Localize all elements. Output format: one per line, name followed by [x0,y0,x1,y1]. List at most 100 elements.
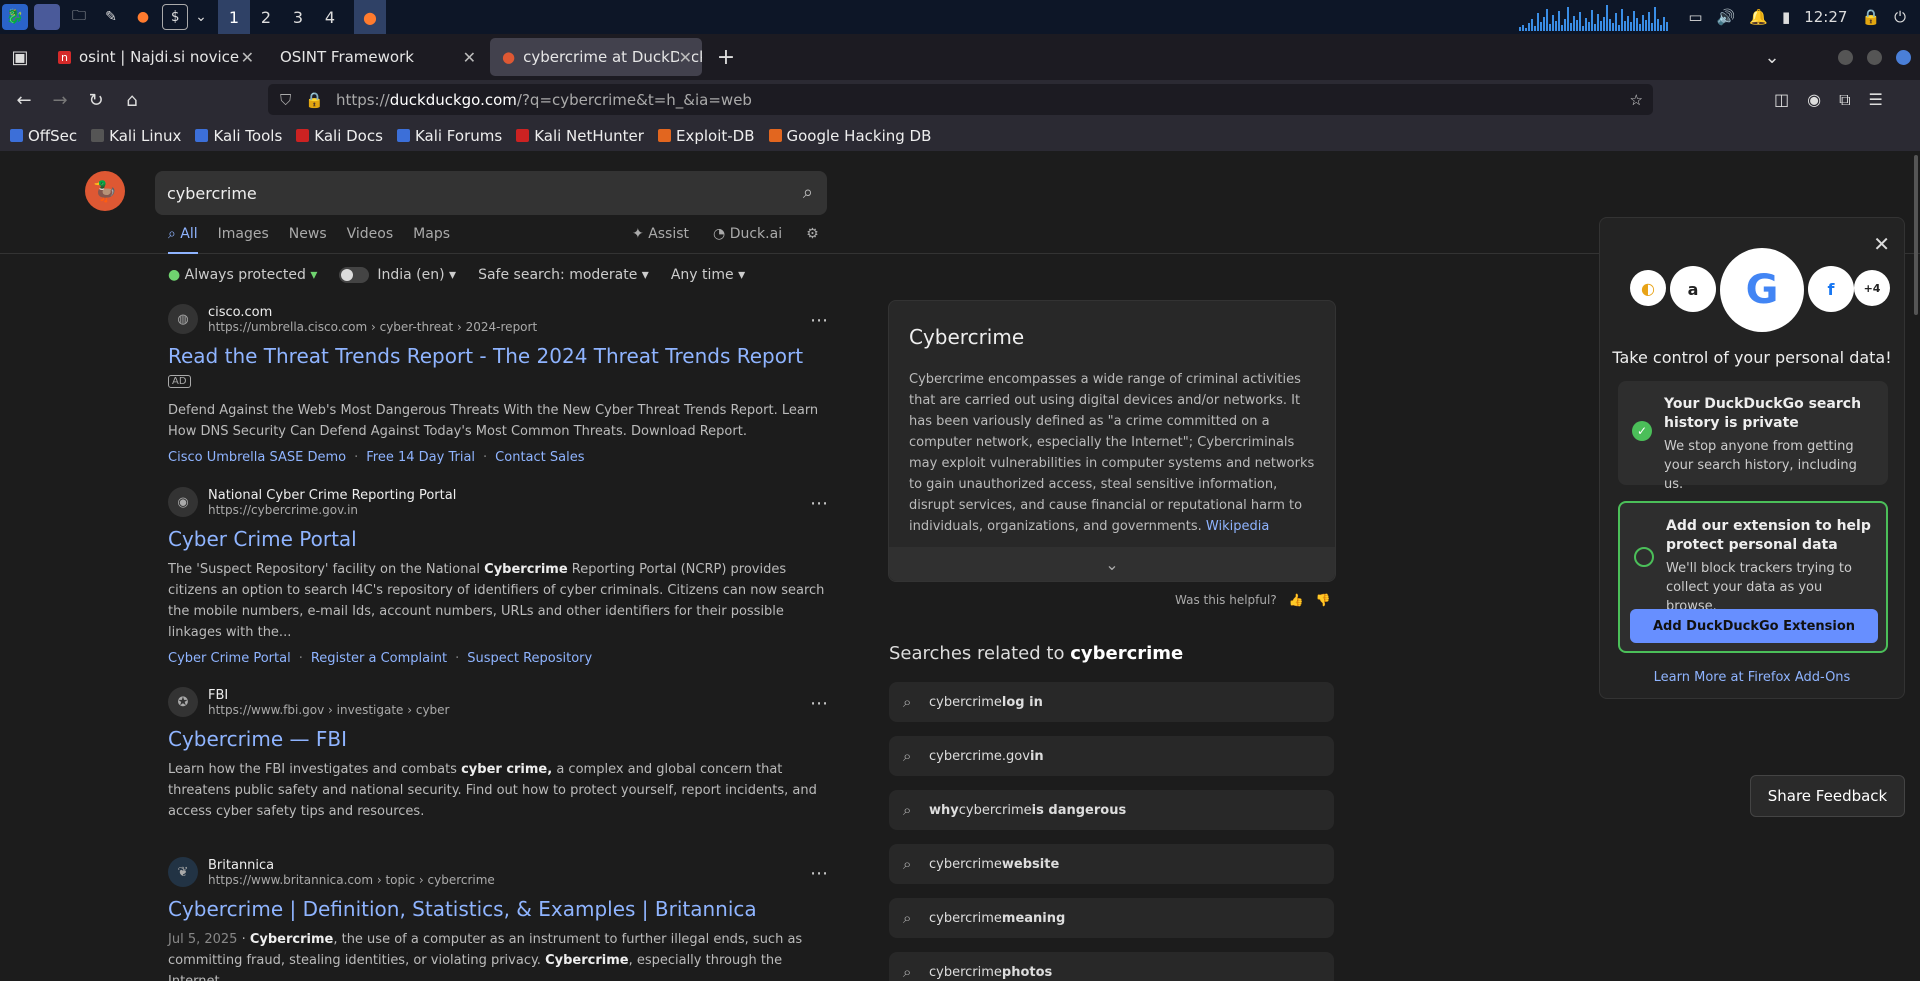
related-search-item[interactable]: ⌕ cybercrime website [889,844,1334,884]
result-source[interactable]: ◉ National Cyber Crime Reporting Portal h… [168,487,828,517]
extensions-icon[interactable]: ⧉ [1839,90,1850,110]
tab-videos[interactable]: Videos [347,226,394,254]
tab-all[interactable]: ⌕ All [168,226,198,254]
firefox-window-icon[interactable]: ● [354,0,386,34]
bookmark-kali-nethunter[interactable]: Kali NetHunter [516,127,644,145]
time-dropdown[interactable]: Any time ▾ [671,267,745,283]
workspace-4[interactable]: 4 [314,0,346,34]
related-search-item[interactable]: ⌕ cybercrime photos [889,952,1334,981]
tab-duckduckgo[interactable]: ● cybercrime at DuckDuckG ✕ [490,38,702,76]
close-window-icon[interactable] [1896,49,1911,65]
terminal-icon[interactable]: $ [162,4,188,30]
text-editor-icon[interactable]: ✎ [98,4,124,30]
bookmark-google-hacking-db[interactable]: Google Hacking DB [768,127,931,145]
bookmark-kali-docs[interactable]: Kali Docs [296,127,383,145]
firefox-launcher-icon[interactable]: ● [130,4,156,30]
notification-bell-icon[interactable]: 🔔 [1749,8,1768,26]
lock-icon[interactable]: 🔒 [1861,8,1880,26]
protection-dropdown[interactable]: ● Always protected ▾ [168,267,317,283]
minimize-icon[interactable] [1838,49,1853,65]
add-extension-button[interactable]: Add DuckDuckGo Extension [1630,609,1878,643]
assist-button[interactable]: ✦ Assist [632,226,689,242]
workspace-3[interactable]: 3 [282,0,314,34]
shield-icon[interactable]: ⛉ [280,91,291,109]
chevron-down-icon[interactable]: ⌄ [194,4,208,30]
settings-gear-icon[interactable]: ⚙ [806,226,819,242]
region-toggle[interactable]: India (en) ▾ [339,267,456,283]
share-feedback-button[interactable]: Share Feedback [1750,775,1905,817]
sitelink[interactable]: Cisco Umbrella SASE Demo [168,450,346,465]
battery-icon[interactable]: ▮ [1782,8,1790,26]
related-search-item[interactable]: ⌕ why cybercrime is dangerous [889,790,1334,830]
wikipedia-link[interactable]: Wikipedia [1206,519,1269,534]
result-title-link[interactable]: Cybercrime | Definition, Statistics, & E… [168,897,828,921]
safe-search-dropdown[interactable]: Safe search: moderate ▾ [478,267,649,283]
menu-icon[interactable]: ☰ [1869,90,1883,110]
result-source[interactable]: ◍ cisco.com https://umbrella.cisco.com › … [168,304,828,334]
tab-images[interactable]: Images [218,226,269,254]
screen-icon[interactable]: ▭ [1688,8,1702,26]
bookmark-offsec[interactable]: OffSec [10,127,77,145]
search-input[interactable]: cybercrime ⌕ [155,171,827,215]
tab-maps[interactable]: Maps [413,226,450,254]
result-source[interactable]: ❦ Britannica https://www.britannica.com ›… [168,857,828,887]
reload-icon[interactable]: ↻ [78,84,114,116]
workspace-1[interactable]: 1 [218,0,250,34]
result-source[interactable]: ✪ FBI https://www.fbi.gov › investigate ›… [168,687,828,717]
new-tab-icon[interactable]: + [708,41,744,73]
list-all-tabs-icon[interactable]: ⌄ [1754,41,1790,73]
bookmark-exploit-db[interactable]: Exploit-DB [657,127,755,145]
bookmark-kali-forums[interactable]: Kali Forums [396,127,502,145]
sitelink[interactable]: Suspect Repository [467,651,592,666]
related-search-item[interactable]: ⌕ cybercrime meaning [889,898,1334,938]
bookmark-kali-tools[interactable]: Kali Tools [195,127,282,145]
volume-icon[interactable]: 🔊 [1717,8,1736,26]
region-switch[interactable] [339,267,370,283]
more-options-icon[interactable]: ⋯ [810,310,828,331]
thumbs-down-icon[interactable]: 👎 [1316,593,1331,607]
bookmark-kali-linux[interactable]: Kali Linux [91,127,181,145]
result-title-link[interactable]: Cyber Crime Portal [168,527,828,551]
clock[interactable]: 12:27 [1804,8,1847,26]
forward-icon[interactable]: → [42,84,78,116]
related-search-item[interactable]: ⌕ cybercrime log in [889,682,1334,722]
duckduckgo-logo[interactable]: 🦆 [85,171,125,211]
sitelink[interactable]: Register a Complaint [311,651,447,666]
bookmark-star-icon[interactable]: ☆ [1630,91,1643,109]
learn-more-link[interactable]: Learn More at Firefox Add-Ons [1600,670,1904,685]
result-title-link[interactable]: Cybercrime — FBI [168,727,828,751]
more-options-icon[interactable]: ⋯ [810,863,828,884]
sitelink[interactable]: Cyber Crime Portal [168,651,291,666]
workspace-2[interactable]: 2 [250,0,282,34]
result-title-link[interactable]: Read the Threat Trends Report - The 2024… [168,344,828,392]
duckai-button[interactable]: ◔ Duck.ai [713,226,782,242]
lock-icon[interactable]: 🔒 [305,91,324,109]
account-icon[interactable]: ◉ [1807,90,1821,110]
maximize-icon[interactable] [1867,49,1882,65]
more-options-icon[interactable]: ⋯ [810,693,828,714]
back-icon[interactable]: ← [6,84,42,116]
sitelink[interactable]: Contact Sales [495,450,584,465]
tab-news[interactable]: News [289,226,327,254]
expand-chevron-icon[interactable]: ⌄ [889,547,1335,581]
close-icon[interactable]: ✕ [463,48,476,67]
tab-osint-framework[interactable]: OSINT Framework ✕ [268,38,486,76]
tab-najdi[interactable]: n osint | Najdi.si novice ✕ [46,38,264,76]
search-icon[interactable]: ⌕ [803,182,813,203]
desktop-icon[interactable] [34,4,60,30]
tab-overview-icon[interactable]: ▣ [2,41,38,73]
search-verticals: ⌕ All Images News Videos Maps [168,226,450,254]
more-options-icon[interactable]: ⋯ [810,493,828,514]
close-icon[interactable]: ✕ [678,47,692,67]
pocket-icon[interactable]: ◫ [1774,90,1789,110]
close-icon[interactable]: ✕ [241,48,254,67]
url-bar[interactable]: ⛉ 🔒 https://duckduckgo.com/?q=cybercrime… [268,84,1653,115]
power-icon[interactable]: ⏻ [1894,8,1906,26]
thumbs-up-icon[interactable]: 👍 [1289,593,1304,607]
home-icon[interactable]: ⌂ [114,84,150,116]
file-manager-icon[interactable]: 🗀 [66,4,92,30]
sitelink[interactable]: Free 14 Day Trial [366,450,475,465]
kali-menu-icon[interactable]: 🐉 [2,4,28,30]
scrollbar[interactable] [1914,155,1918,315]
related-search-item[interactable]: ⌕ cybercrime.gov in [889,736,1334,776]
